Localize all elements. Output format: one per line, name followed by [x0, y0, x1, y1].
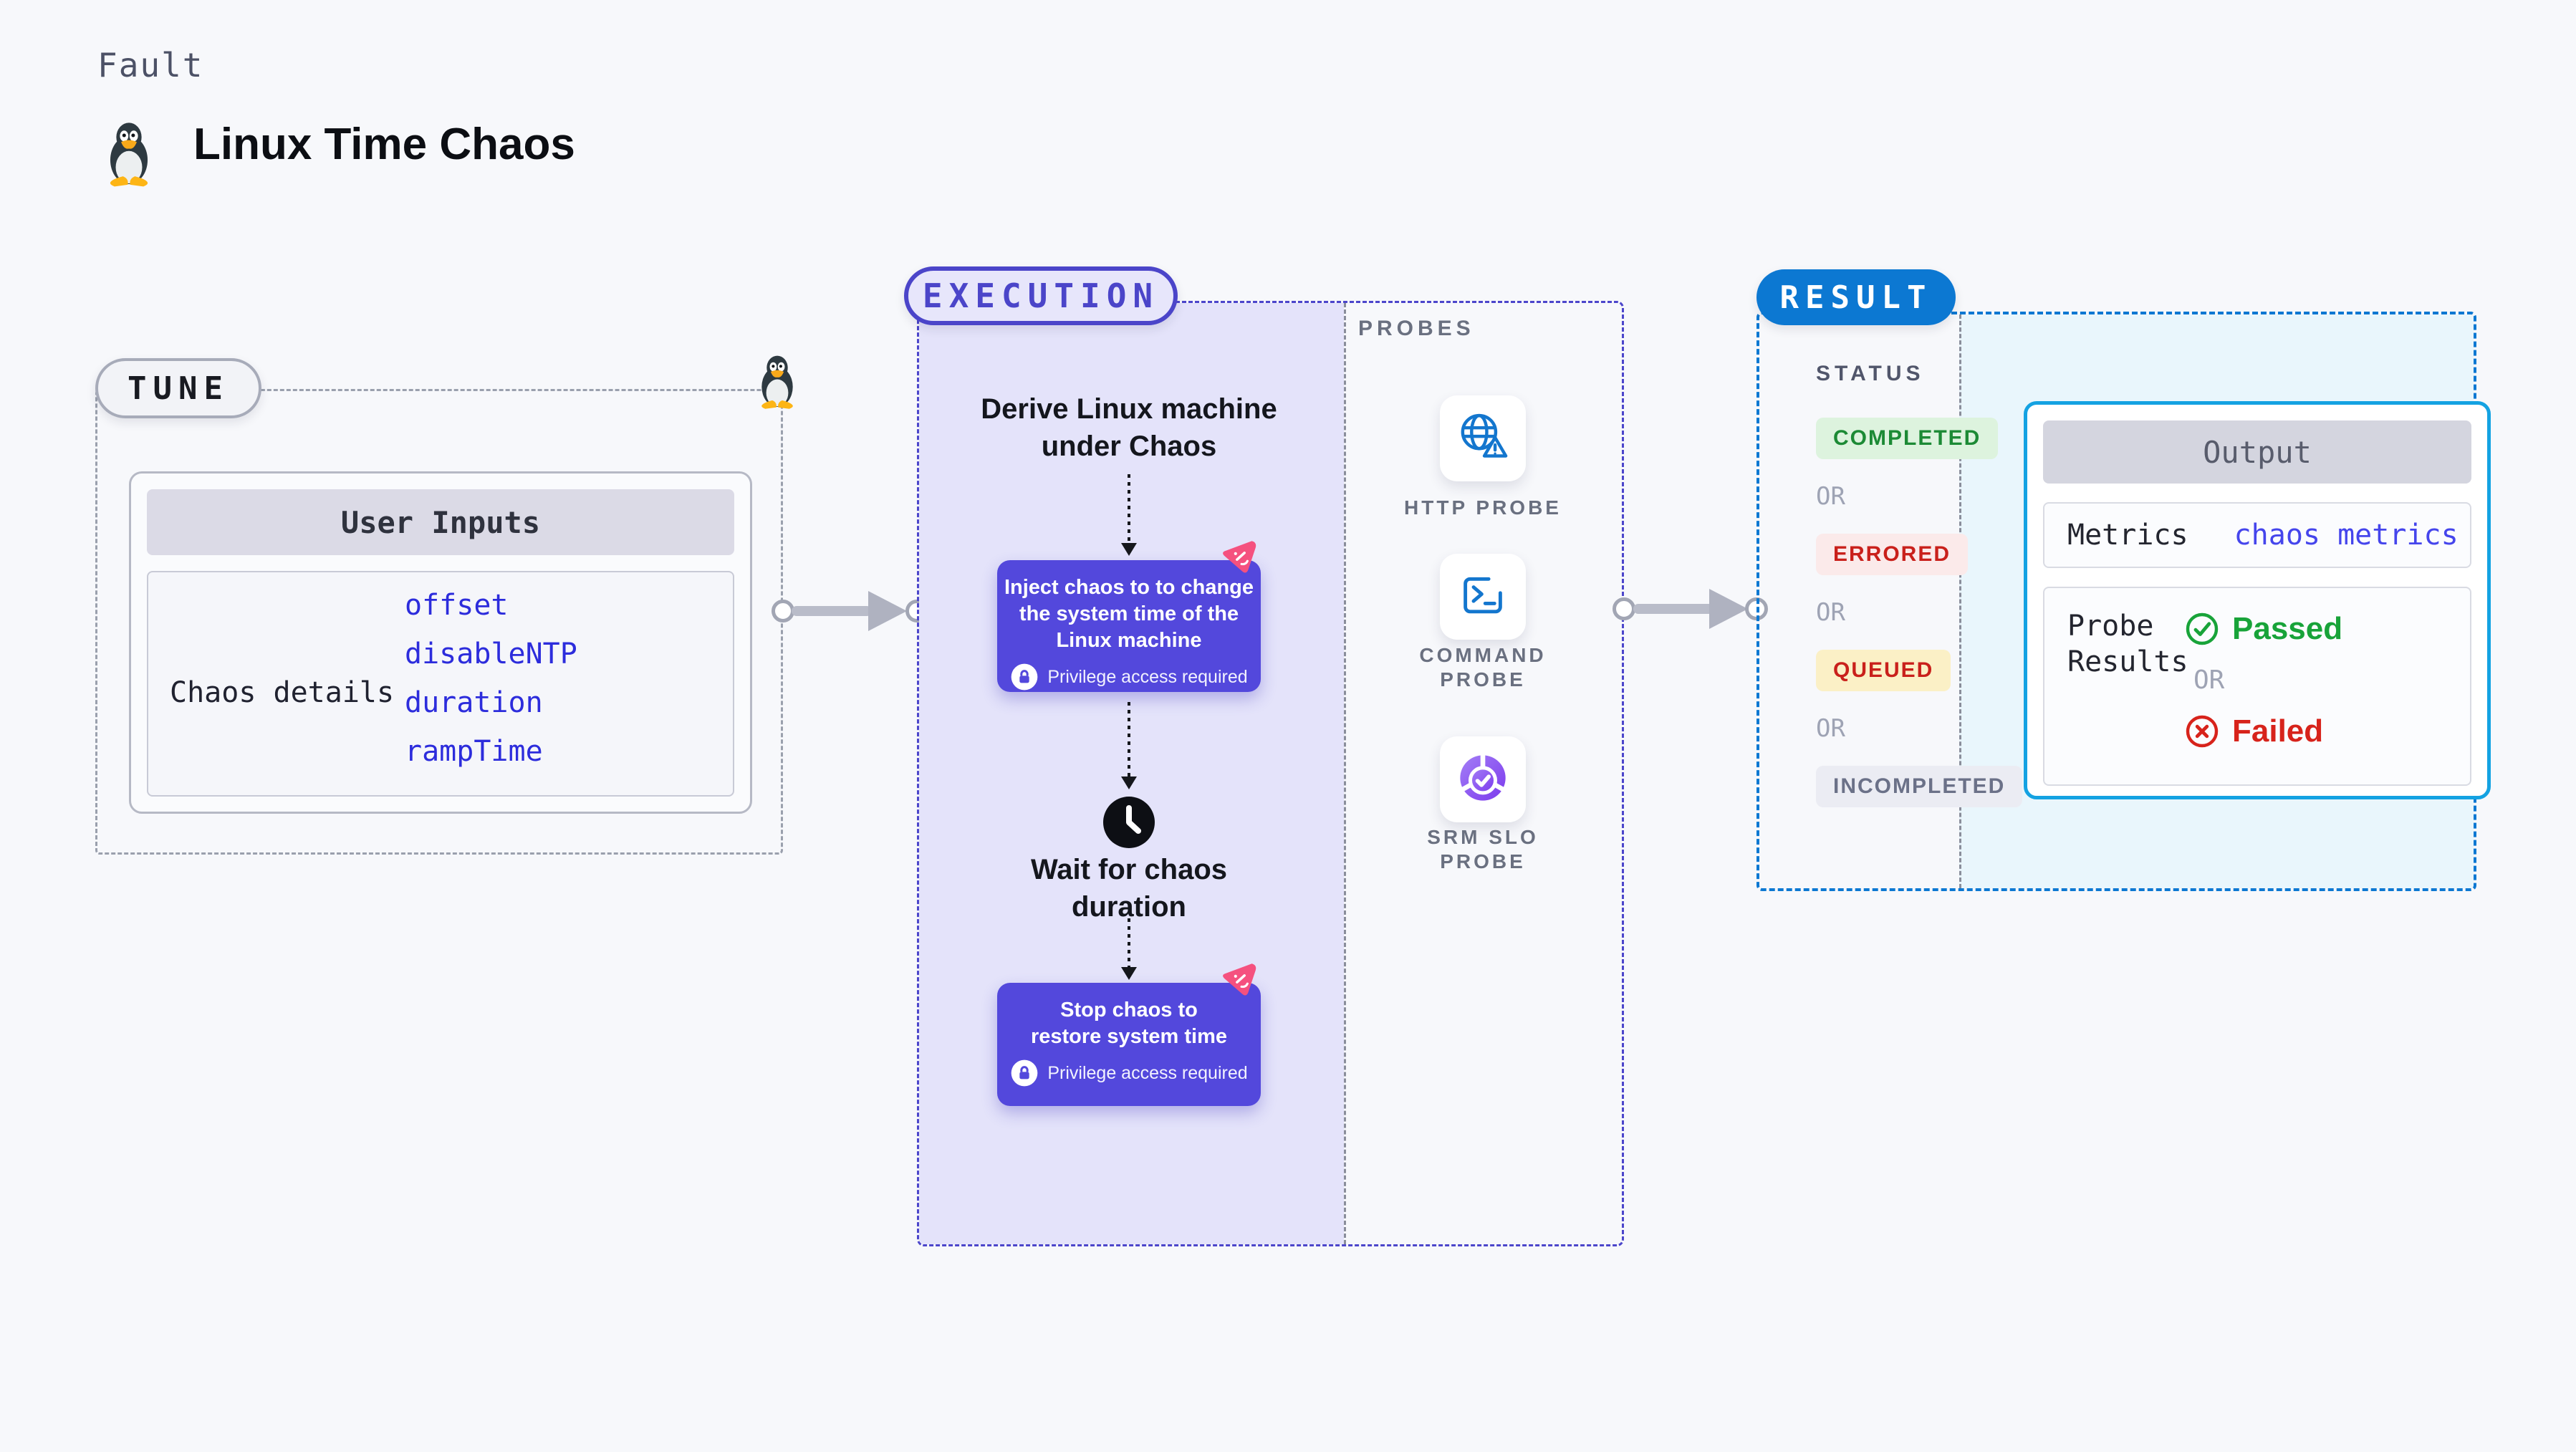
user-inputs-card: User Inputs Chaos details offset disable…	[129, 471, 752, 814]
result-pill: RESULT	[1756, 269, 1956, 325]
linux-tux-icon	[99, 109, 159, 199]
derive-step-text: Derive Linux machine under Chaos	[981, 393, 1277, 462]
chaos-burst-icon	[1219, 536, 1261, 577]
stop-chaos-text: Stop chaos to restore system time	[1030, 999, 1228, 1048]
dotted-arrow-line-2	[1128, 702, 1130, 777]
http-probe-label: HTTP PROBE	[1404, 496, 1562, 519]
linux-tux-small-icon	[752, 344, 802, 420]
tune-pill: TUNE	[95, 358, 261, 418]
lock-icon	[1010, 663, 1039, 691]
status-badge-completed: COMPLETED	[1816, 418, 1999, 459]
execution-pill: EXECUTION	[904, 266, 1178, 325]
x-circle-icon	[2185, 714, 2219, 749]
http-probe-card	[1440, 395, 1526, 481]
lock-icon	[1010, 1059, 1039, 1087]
clock-icon	[1102, 795, 1156, 850]
stop-chaos-box: Stop chaos to restore system time Privil…	[997, 983, 1261, 1106]
or-separator: OR	[1816, 598, 1845, 627]
privilege-badge-text: Privilege access required	[1047, 666, 1248, 687]
or-separator: OR	[1816, 714, 1845, 743]
connector-arrowhead-tune-execution	[868, 591, 907, 631]
page-title: Linux Time Chaos	[193, 120, 575, 169]
fault-kind-label: Fault	[97, 46, 204, 85]
failed-label: Failed	[2232, 713, 2324, 749]
input-link-duration[interactable]: duration	[405, 678, 577, 727]
dotted-arrow-head-1	[1121, 543, 1137, 556]
inject-chaos-text: Inject chaos to to change the system tim…	[1004, 576, 1254, 652]
or-separator: OR	[1816, 482, 1845, 511]
probes-section-label: PROBES	[1358, 317, 1475, 340]
check-circle-icon	[2185, 612, 2219, 646]
chaos-burst-icon	[1219, 958, 1261, 1000]
input-link-disablentp[interactable]: disableNTP	[405, 630, 577, 678]
connector-arrowhead-execution-result	[1709, 589, 1748, 629]
connector-dot-probes	[1613, 597, 1635, 620]
diagram-canvas: Fault Linux Time Chaos TUNE User Inputs …	[0, 0, 2576, 1452]
probe-results-row: Probe Results Passed OR Failed	[2043, 587, 2471, 786]
chaos-details-label: Chaos details	[170, 676, 395, 709]
status-column: STATUS COMPLETED OR ERRORED OR QUEUED OR…	[1816, 362, 2023, 807]
output-header: Output	[2043, 420, 2471, 484]
slo-donut-check-icon	[1454, 749, 1512, 810]
privilege-badge-2: Privilege access required	[1010, 1059, 1248, 1087]
status-badge-incompleted: INCOMPLETED	[1816, 766, 2023, 807]
failed-result: Failed	[2185, 713, 2342, 749]
or-separator: OR	[2193, 665, 2225, 695]
dotted-arrow-head-2	[1121, 777, 1137, 789]
terminal-icon	[1455, 567, 1511, 627]
dotted-arrow-head-3	[1121, 967, 1137, 980]
output-card: Output Metrics chaos metrics Probe Resul…	[2024, 401, 2491, 799]
connector-bar-tune-execution	[792, 606, 872, 616]
privilege-badge: Privilege access required	[1010, 663, 1248, 691]
user-inputs-header: User Inputs	[147, 489, 734, 555]
chaos-metrics-link[interactable]: chaos metrics	[2234, 519, 2459, 552]
metrics-row: Metrics chaos metrics	[2043, 502, 2471, 568]
wait-step-text: Wait for chaos duration	[1030, 854, 1228, 923]
passed-result: Passed	[2185, 611, 2342, 647]
status-badge-errored: ERRORED	[1816, 534, 1969, 575]
srm-slo-probe-card	[1440, 736, 1526, 822]
input-link-offset[interactable]: offset	[405, 581, 577, 630]
dotted-arrow-line-3	[1128, 918, 1130, 967]
dotted-arrow-line-1	[1128, 474, 1130, 543]
command-probe-label: COMMAND PROBE	[1419, 644, 1547, 691]
input-link-ramptime[interactable]: rampTime	[405, 727, 577, 776]
status-label: STATUS	[1816, 362, 1925, 385]
passed-label: Passed	[2232, 611, 2343, 646]
connector-bar-execution-result	[1633, 604, 1714, 614]
inject-chaos-box: Inject chaos to to change the system tim…	[997, 560, 1261, 692]
globe-warning-icon	[1453, 408, 1512, 470]
user-inputs-body: Chaos details offset disableNTP duration…	[147, 571, 734, 797]
probe-results-label: Probe Results	[2067, 610, 2188, 678]
privilege-badge-text-2: Privilege access required	[1047, 1062, 1248, 1083]
status-badge-queued: QUEUED	[1816, 650, 1951, 691]
command-probe-card	[1440, 554, 1526, 640]
srm-slo-probe-label: SRM SLO PROBE	[1427, 826, 1539, 872]
metrics-label: Metrics	[2067, 519, 2188, 552]
